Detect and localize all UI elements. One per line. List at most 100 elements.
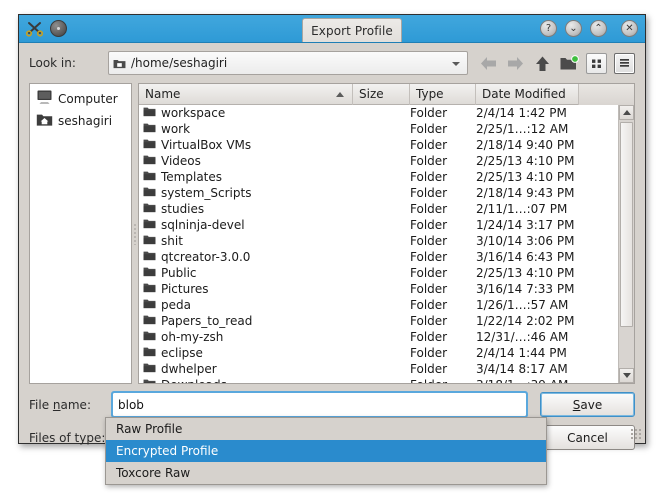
- forward-button[interactable]: [505, 53, 525, 73]
- file-type-cell: Folder: [410, 266, 448, 280]
- file-name-input[interactable]: blob: [111, 391, 528, 418]
- column-header-size[interactable]: Size: [353, 84, 410, 105]
- file-name-cell: workspace: [139, 106, 353, 120]
- file-type-cell: Folder: [410, 250, 448, 264]
- file-list-rows[interactable]: workspace Folder 2/4/14 1:42 PM work Folder 2…: [139, 105, 618, 383]
- cancel-button[interactable]: Cancel: [540, 425, 635, 450]
- sidebar: Computer seshagiri: [29, 83, 132, 384]
- folder-icon: [143, 314, 156, 328]
- file-name-text: workspace: [161, 106, 226, 120]
- file-type-cell: Folder: [410, 314, 448, 328]
- folder-icon: [143, 346, 156, 360]
- scrollbar-thumb[interactable]: [620, 122, 633, 327]
- file-name-text: Pictures: [161, 282, 209, 296]
- file-name-text: Public: [161, 266, 197, 280]
- table-row[interactable]: dwhelper Folder 3/4/14 8:17 AM: [139, 361, 618, 377]
- column-header-label: Date Modified: [482, 87, 566, 101]
- file-type-cell: Folder: [410, 330, 448, 344]
- sidebar-item-label: Computer: [58, 92, 118, 106]
- files-of-type-dropdown[interactable]: Raw Profile Encrypted Profile Toxcore Raw: [105, 417, 547, 485]
- table-row[interactable]: qtcreator-3.0.0 Folder 3/16/14 6:43 PM: [139, 249, 618, 265]
- sidebar-item-seshagiri[interactable]: seshagiri: [32, 110, 129, 132]
- folder-icon: [143, 138, 156, 152]
- file-date-cell: 2/25/13 4:10 PM: [476, 154, 575, 168]
- screen: Export Profile ? ⌄ ⌃ ✕ Look in: /home/se…: [0, 0, 664, 502]
- file-name-text: Templates: [161, 170, 223, 184]
- table-row[interactable]: Public Folder 2/25/13 4:10 PM: [139, 265, 618, 281]
- title-bar-buttons: ? ⌄ ⌃ ✕: [540, 20, 638, 37]
- new-folder-button[interactable]: [559, 53, 579, 73]
- look-in-combo[interactable]: /home/seshagiri: [108, 51, 468, 75]
- list-view-button[interactable]: [586, 52, 607, 74]
- table-row[interactable]: peda Folder 1/26/1…:57 AM: [139, 297, 618, 313]
- folder-icon: [143, 378, 156, 383]
- close-button[interactable]: ✕: [621, 20, 638, 37]
- browser-panes: Computer seshagiri Name Size Type Date M…: [29, 83, 635, 384]
- table-row[interactable]: work Folder 2/25/1…:12 AM: [139, 121, 618, 137]
- column-header-name[interactable]: Name: [139, 84, 353, 105]
- table-row[interactable]: Templates Folder 2/25/13 4:10 PM: [139, 169, 618, 185]
- file-name-text: Papers_to_read: [161, 314, 253, 328]
- file-name-text: studies: [161, 202, 205, 216]
- column-header-label: Type: [416, 87, 444, 101]
- column-header-type[interactable]: Type: [410, 84, 476, 105]
- computer-icon: [36, 90, 53, 108]
- export-profile-dialog: Export Profile ? ⌄ ⌃ ✕ Look in: /home/se…: [18, 14, 646, 450]
- table-row[interactable]: Downloads Folder3/18/1…:39 AM: [139, 377, 618, 383]
- table-row[interactable]: sqlninja-devel Folder 1/24/14 3:17 PM: [139, 217, 618, 233]
- file-name-cell: dwhelper: [139, 362, 353, 376]
- scroll-down-button[interactable]: [619, 368, 634, 383]
- table-row[interactable]: workspace Folder 2/4/14 1:42 PM: [139, 105, 618, 121]
- file-date-cell: 2/11/1…:07 PM: [476, 202, 568, 216]
- file-list-scrollbar[interactable]: [618, 105, 634, 383]
- file-type-cell: Folder: [410, 298, 448, 312]
- look-in-path: /home/seshagiri: [131, 56, 228, 70]
- window-menu-button[interactable]: [50, 19, 67, 37]
- column-header-label: Name: [145, 87, 181, 101]
- table-row[interactable]: Pictures Folder 3/16/14 7:33 PM: [139, 281, 618, 297]
- dropdown-option[interactable]: Raw Profile: [106, 418, 546, 440]
- file-name-text: oh-my-zsh: [161, 330, 224, 344]
- parent-directory-button[interactable]: [532, 53, 552, 73]
- detail-view-button[interactable]: [614, 52, 635, 74]
- file-date-cell: 3/18/1…:39 AM: [476, 378, 596, 383]
- back-button[interactable]: [478, 53, 498, 73]
- file-type-cell: Folder: [410, 122, 448, 136]
- table-row[interactable]: system_Scripts Folder 2/18/14 9:43 PM: [139, 185, 618, 201]
- save-button[interactable]: Save: [540, 392, 635, 417]
- table-row[interactable]: Papers_to_read Folder 1/22/14 2:02 PM: [139, 313, 618, 329]
- table-row[interactable]: Videos Folder 2/25/13 4:10 PM: [139, 153, 618, 169]
- table-row[interactable]: eclipse Folder 2/4/14 1:44 PM: [139, 345, 618, 361]
- resize-grip[interactable]: [630, 428, 642, 440]
- file-date-cell: 2/4/14 1:42 PM: [476, 106, 567, 120]
- folder-icon: [143, 234, 156, 248]
- dropdown-option[interactable]: Toxcore Raw: [106, 462, 546, 484]
- sidebar-item-computer[interactable]: Computer: [32, 88, 129, 110]
- file-type-cell: Folder: [410, 106, 448, 120]
- chevron-down-icon: [452, 62, 460, 66]
- shade-up-button[interactable]: ⌃: [590, 20, 607, 37]
- triangle-up-icon: [622, 110, 631, 115]
- dropdown-option[interactable]: Encrypted Profile: [106, 440, 546, 462]
- file-name-cell: qtcreator-3.0.0: [139, 250, 353, 264]
- shade-down-button[interactable]: ⌄: [565, 20, 582, 37]
- help-button[interactable]: ?: [540, 20, 557, 37]
- column-header-date-modified[interactable]: Date Modified: [476, 84, 579, 105]
- file-type-cell: Folder: [410, 346, 448, 360]
- file-name-cell: Videos: [139, 154, 353, 168]
- table-row[interactable]: VirtualBox VMs Folder 2/18/14 9:40 PM: [139, 137, 618, 153]
- save-label-post: ave: [580, 397, 603, 412]
- table-row[interactable]: oh-my-zsh Folder 12/31/…:46 AM: [139, 329, 618, 345]
- look-in-row: Look in: /home/seshagiri: [29, 51, 635, 75]
- look-in-label: Look in:: [29, 56, 76, 70]
- table-row[interactable]: shit Folder 3/10/14 3:06 PM: [139, 233, 618, 249]
- file-name-label-accel: n: [52, 397, 61, 412]
- triangle-down-icon: [622, 373, 631, 378]
- file-toolbar: [478, 52, 635, 74]
- folder-icon: [143, 202, 156, 216]
- file-name-row: File name: blob Save: [29, 391, 635, 418]
- file-type-cell: Folder: [410, 138, 448, 152]
- file-type-cell: Folder: [410, 186, 448, 200]
- scroll-up-button[interactable]: [619, 105, 634, 120]
- table-row[interactable]: studies Folder 2/11/1…:07 PM: [139, 201, 618, 217]
